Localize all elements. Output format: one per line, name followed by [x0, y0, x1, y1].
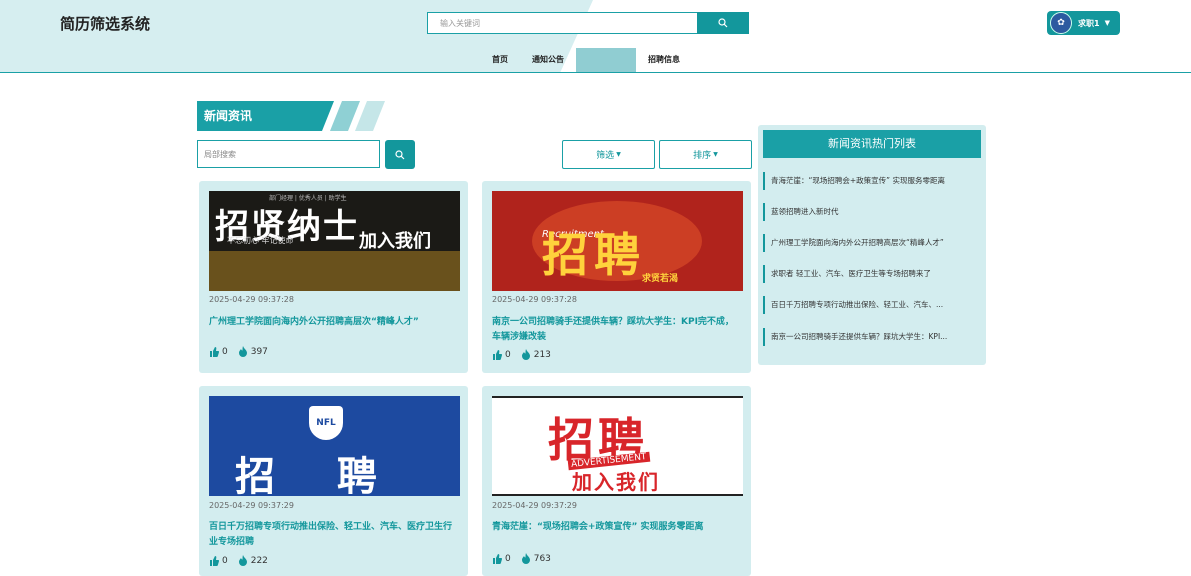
news-thumbnail[interactable]: 招聘 ADVERTISEMENT 加入我们: [492, 396, 743, 496]
section-title: 新闻资讯: [197, 101, 334, 131]
news-date: 2025-04-29 09:37:28: [209, 295, 294, 304]
nav-item-news[interactable]: [576, 48, 636, 72]
chevron-down-icon: ▼: [1104, 19, 1110, 27]
thumb-subtext: 不忘初心 牢记使命: [227, 236, 294, 245]
news-title[interactable]: 广州理工学院面向海内外公开招聘高层次“精峰人才”: [209, 315, 459, 330]
avatar: ✿: [1050, 12, 1072, 34]
news-stats: 0 763: [492, 553, 551, 564]
main-nav: 首页 通知公告 招聘信息: [480, 48, 692, 72]
news-card[interactable]: NFL 招 聘 2025-04-29 09:37:29 百日千万招聘专项行动推出…: [199, 386, 468, 576]
news-stats: 0 222: [209, 555, 268, 566]
thumb-tag: 加入我们: [572, 470, 660, 494]
view-count: 763: [533, 553, 551, 564]
local-search-input[interactable]: [197, 140, 380, 168]
view-count: 222: [250, 555, 268, 566]
view-count: 397: [250, 346, 268, 357]
nav-item-jobs[interactable]: 招聘信息: [636, 48, 692, 72]
title-decor-stripe: [355, 101, 385, 131]
thumb-text: 招聘: [542, 228, 646, 282]
hot-news-item[interactable]: 南京一公司招聘骑手还提供车辆？踩坑大学生：KPI...: [763, 328, 977, 346]
caret-down-icon: ▼: [616, 151, 621, 158]
like-count: 0: [505, 349, 511, 360]
hot-news-item[interactable]: 蓝领招聘进入新时代: [763, 203, 977, 221]
hot-news-item[interactable]: 广州理工学院面向海内外公开招聘高层次“精峰人才”: [763, 234, 977, 252]
user-menu-button[interactable]: ✿ 求职1 ▼: [1047, 11, 1120, 35]
flame-icon: [238, 346, 248, 357]
view-count: 213: [533, 349, 551, 360]
search-input[interactable]: [427, 12, 703, 34]
filter-label: 筛选: [596, 151, 615, 161]
nav-item-home[interactable]: 首页: [480, 48, 520, 72]
news-title[interactable]: 青海茫崖：“现场招聘会+政策宣传” 实现服务零距离: [492, 520, 742, 535]
thumb-decor: [209, 251, 460, 291]
news-thumbnail[interactable]: 部门经理 | 优秀人员 | 助学生 招贤纳士 不忘初心 牢记使命 加入我们: [209, 191, 460, 291]
news-card[interactable]: Recruitment 招聘 求贤若渴 2025-04-29 09:37:28 …: [482, 181, 751, 373]
thumbs-up-icon[interactable]: [209, 346, 219, 357]
header-divider: [0, 72, 1191, 73]
user-name: 求职1: [1078, 18, 1100, 28]
flame-icon: [521, 349, 531, 360]
search-icon: [718, 18, 728, 28]
news-thumbnail[interactable]: NFL 招 聘: [209, 396, 460, 496]
news-date: 2025-04-29 09:37:28: [492, 295, 577, 304]
like-count: 0: [505, 553, 511, 564]
sort-dropdown[interactable]: 排序 ▼: [659, 140, 752, 169]
title-decor-stripe: [330, 101, 360, 131]
hot-news-item[interactable]: 青海茫崖：“现场招聘会+政策宣传” 实现服务零距离: [763, 172, 977, 190]
search-button[interactable]: [697, 12, 749, 34]
thumb-text: 招 聘: [235, 453, 401, 496]
filter-dropdown[interactable]: 筛选 ▼: [562, 140, 655, 169]
thumb-tag: 求贤若渴: [642, 274, 679, 284]
global-search: [427, 12, 749, 34]
news-stats: 0 397: [209, 346, 268, 357]
news-title[interactable]: 南京一公司招聘骑手还提供车辆？踩坑大学生：KPI完不成，车辆涉嫌改装: [492, 315, 742, 345]
nav-item-notices[interactable]: 通知公告: [520, 48, 576, 72]
news-thumbnail[interactable]: Recruitment 招聘 求贤若渴: [492, 191, 743, 291]
nfl-logo-text: NFL: [316, 418, 336, 428]
nfl-logo: NFL: [309, 406, 343, 440]
hot-news-item[interactable]: 百日千万招聘专项行动推出保险、轻工业、汽车、...: [763, 296, 977, 314]
like-count: 0: [222, 346, 228, 357]
flame-icon: [521, 553, 531, 564]
thumbs-up-icon[interactable]: [492, 349, 502, 360]
thumb-text: 加入我们: [359, 231, 431, 252]
thumbs-up-icon[interactable]: [492, 553, 502, 564]
hot-news-title: 新闻资讯热门列表: [763, 130, 981, 158]
site-title: 简历筛选系统: [60, 15, 151, 33]
news-card[interactable]: 部门经理 | 优秀人员 | 助学生 招贤纳士 不忘初心 牢记使命 加入我们 20…: [199, 181, 468, 373]
news-date: 2025-04-29 09:37:29: [492, 501, 577, 510]
news-title[interactable]: 百日千万招聘专项行动推出保险、轻工业、汽车、医疗卫生行业专场招聘: [209, 520, 459, 550]
news-date: 2025-04-29 09:37:29: [209, 501, 294, 510]
hot-news-panel: 新闻资讯热门列表 青海茫崖：“现场招聘会+政策宣传” 实现服务零距离 蓝领招聘进…: [758, 125, 986, 365]
local-search-button[interactable]: [385, 140, 415, 169]
thumbs-up-icon[interactable]: [209, 555, 219, 566]
like-count: 0: [222, 555, 228, 566]
sort-label: 排序: [693, 151, 712, 161]
hot-news-item[interactable]: 求职者 轻工业、汽车、医疗卫生等专场招聘来了: [763, 265, 977, 283]
caret-down-icon: ▼: [713, 151, 718, 158]
news-stats: 0 213: [492, 349, 551, 360]
search-icon: [395, 149, 405, 159]
news-card[interactable]: 招聘 ADVERTISEMENT 加入我们 2025-04-29 09:37:2…: [482, 386, 751, 576]
flame-icon: [238, 555, 248, 566]
